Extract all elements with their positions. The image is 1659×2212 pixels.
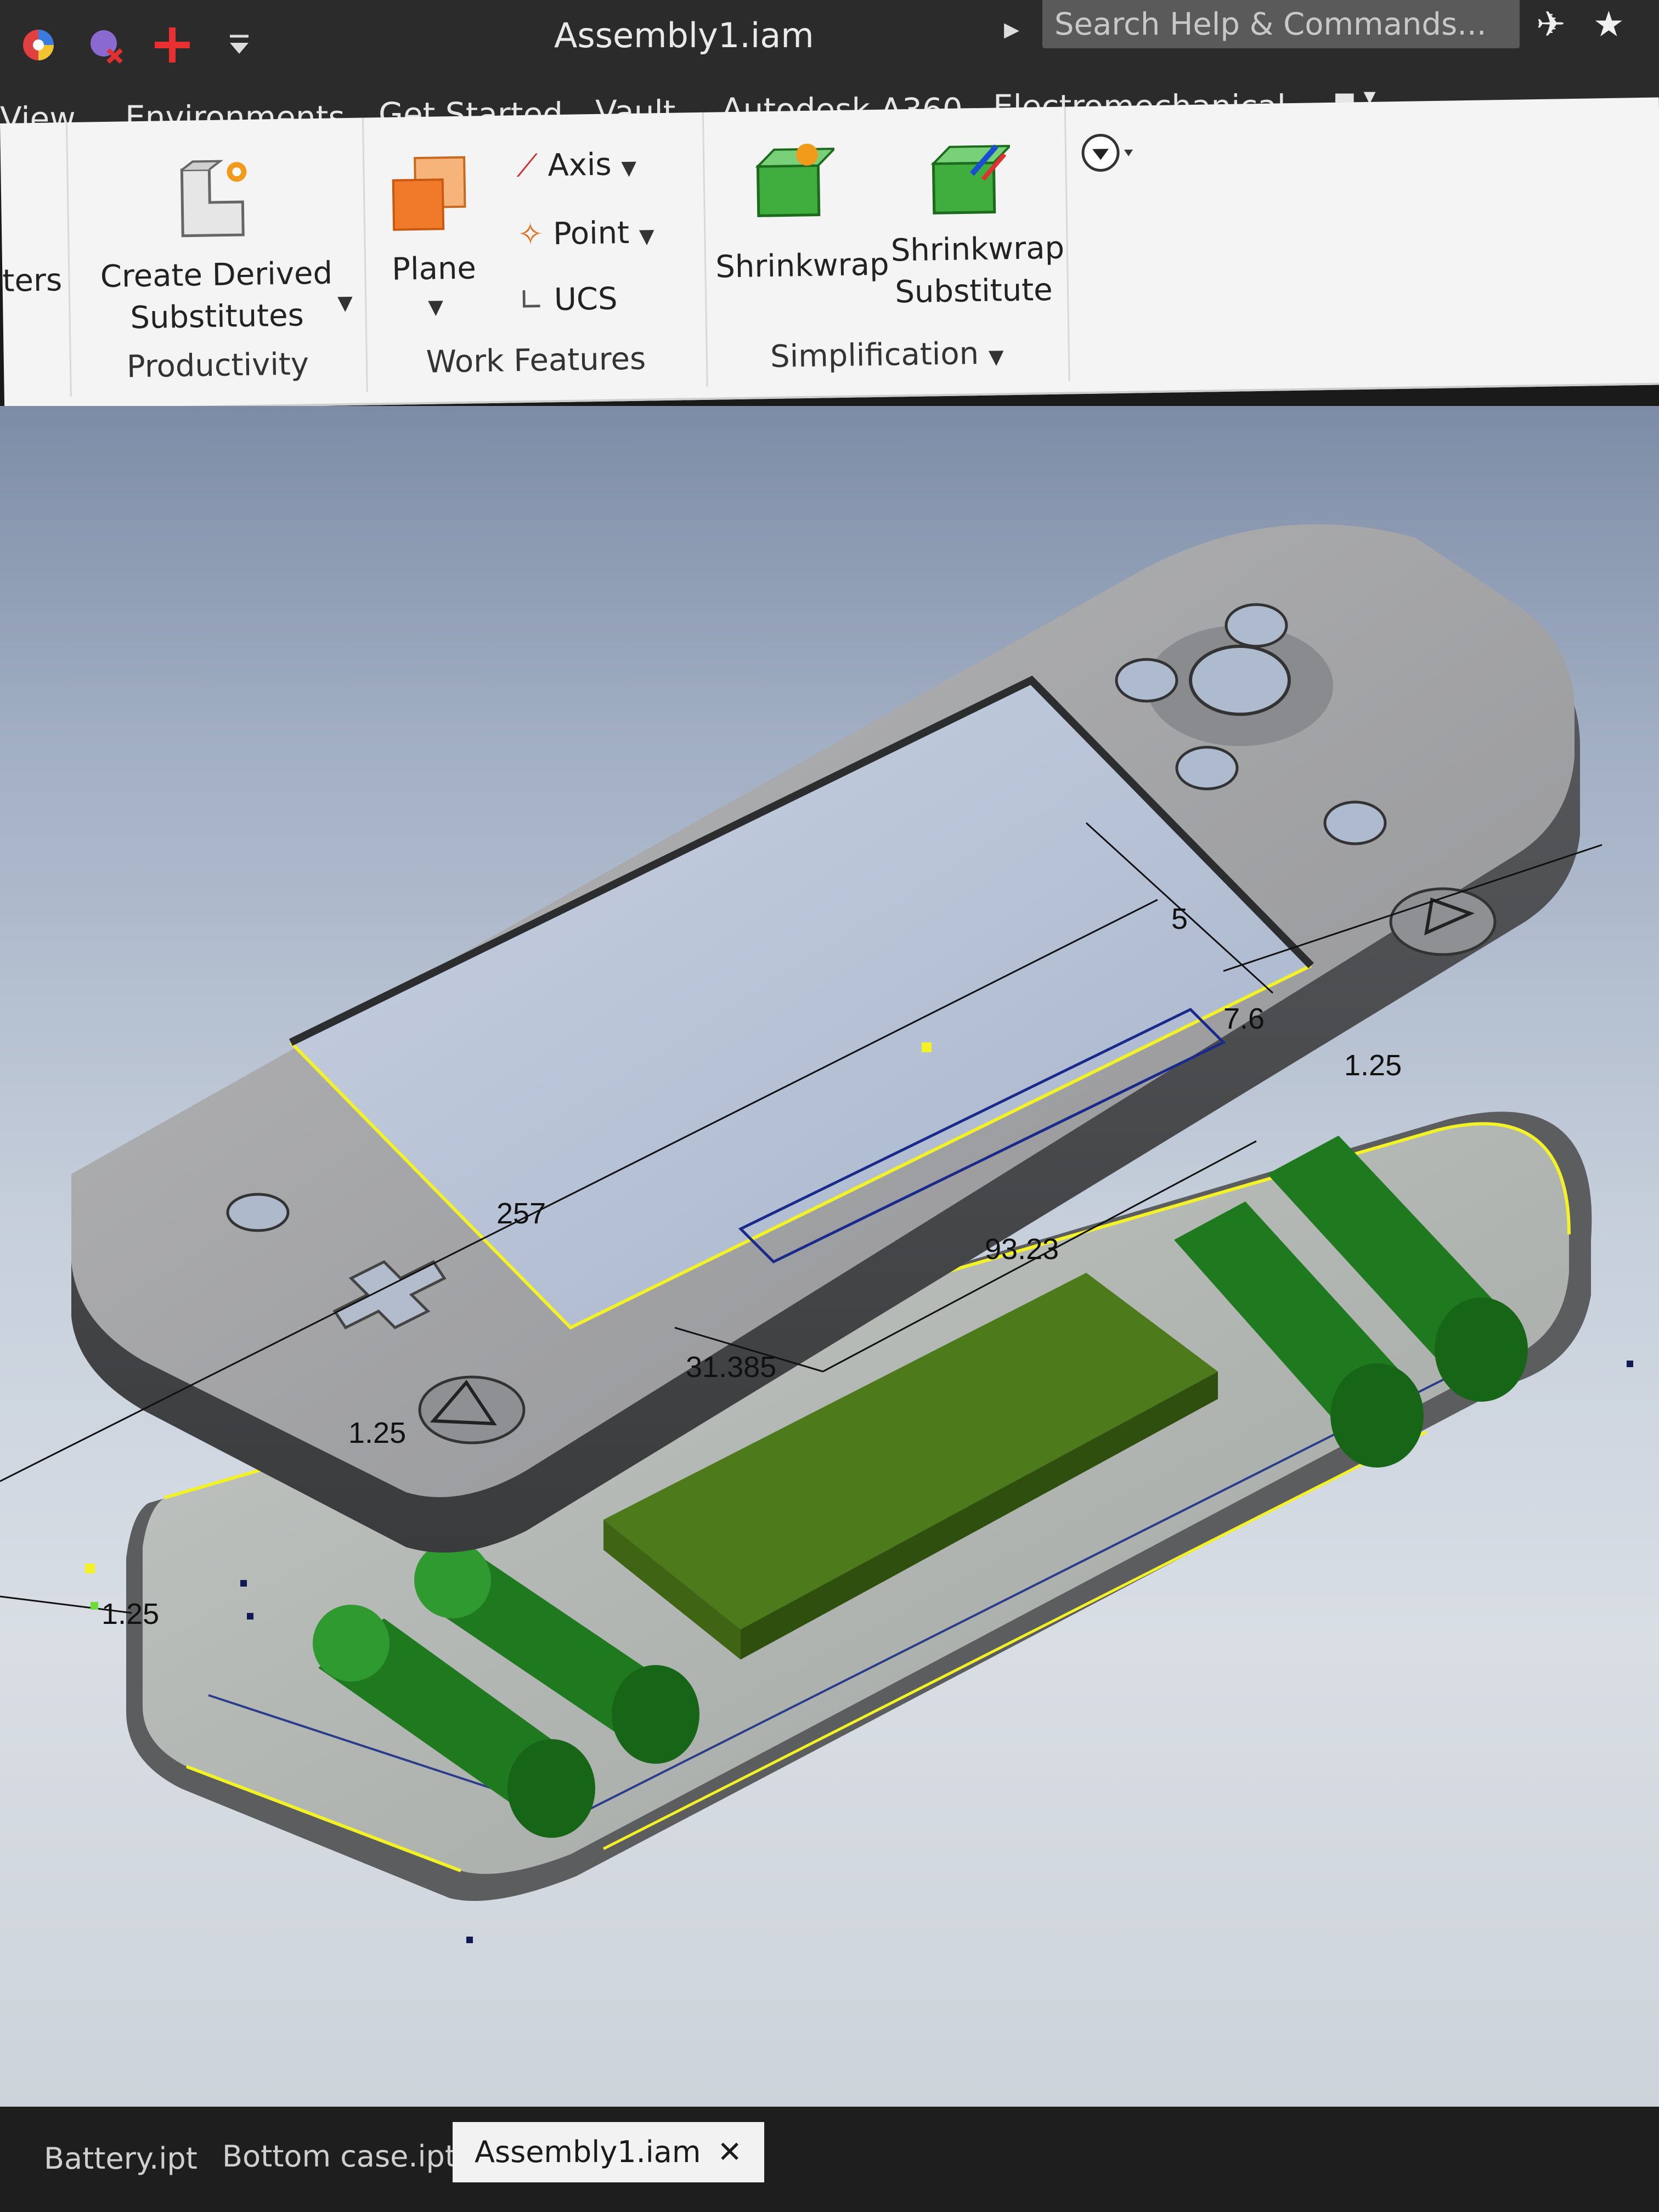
title-bar: Assembly1.iam ▸ ✈ ★ (0, 0, 1659, 88)
document-tab-bar: Battery.ipt Bottom case.ipt Assembly1.ia… (0, 2107, 1659, 2212)
create-derived-label-1: Create Derived (100, 255, 333, 295)
marker-green (91, 1602, 98, 1610)
color-clear-icon[interactable] (83, 23, 127, 67)
close-icon[interactable]: ✕ (718, 2135, 742, 2169)
chevron-down-icon[interactable]: ▼ (337, 283, 353, 324)
search-box[interactable] (1042, 0, 1520, 48)
shrinkwrap-substitute-icon[interactable] (916, 129, 1013, 235)
dimension-257[interactable]: 257 (496, 1197, 546, 1230)
graphics-viewport[interactable]: 257 5 7.6 1.25 93.23 31.385 1.25 1.25 (0, 406, 1659, 2112)
sign-in-icon[interactable]: ✈ (1536, 4, 1566, 45)
quick-access-toolbar (16, 12, 261, 78)
dimension-1-25-bottom[interactable]: 1.25 (101, 1598, 159, 1630)
doc-tab-assembly1[interactable]: Assembly1.iam ✕ (453, 2122, 764, 2182)
panel-productivity: Create Derived Substitutes ▼ Productivit… (65, 117, 368, 397)
shrinkwrap-substitute-button[interactable]: Shrinkwrap Substitute (890, 228, 1064, 314)
point-icon: ✧ (517, 216, 544, 253)
point-button[interactable]: ✧ Point ▼ (517, 212, 655, 259)
window-title: Assembly1.iam (554, 15, 814, 55)
qat-dropdown-icon[interactable] (217, 23, 261, 67)
create-derived-button[interactable]: Create Derived Substitutes (84, 252, 349, 340)
dimension-1-25-left[interactable]: 1.25 (348, 1417, 406, 1449)
panel-title-simplification[interactable]: Simplification ▼ (706, 334, 1068, 375)
shrinkwrap-icon[interactable] (741, 132, 837, 238)
dimension-7-6[interactable]: 7.6 (1223, 1002, 1265, 1035)
marker-yellow (85, 1564, 95, 1573)
panel-cut: ters (0, 122, 72, 398)
dimension-1-25-right[interactable]: 1.25 (1344, 1049, 1402, 1082)
axis-icon: ⟋ (516, 148, 539, 184)
search-input[interactable] (1042, 0, 1520, 48)
center-marker (922, 1042, 932, 1052)
plane-button[interactable]: Plane (392, 247, 477, 290)
plus-icon[interactable] (150, 23, 194, 67)
axis-button[interactable]: ⟋ Axis ▼ (516, 144, 637, 191)
panel-title-work-features: Work Features (426, 341, 646, 380)
marker-navy-1 (240, 1580, 247, 1587)
navigation-icon[interactable] (1075, 127, 1137, 189)
dimension-5[interactable]: 5 (1171, 902, 1188, 935)
marker-navy-2 (247, 1613, 253, 1620)
panel-navigation (1064, 105, 1178, 381)
doc-tab-battery[interactable]: Battery.ipt (22, 2129, 219, 2189)
favorites-icon[interactable]: ★ (1593, 4, 1624, 45)
color-wheel-icon[interactable] (16, 23, 60, 67)
panel-work-features: Plane ▼ ⟋ Axis ▼ ✧ Point ▼ ∟ UCS Work Fe… (362, 112, 708, 392)
dimension-31-385[interactable]: 31.385 (686, 1351, 776, 1384)
speaker-grille-left (418, 1375, 526, 1444)
panel-simplification: Shrinkwrap Shrinkwrap Substitute Simplif… (702, 106, 1070, 387)
ribbon: ters Create Derived Substitutes ▼ Produc… (0, 97, 1659, 411)
marker-navy-4 (1627, 1361, 1633, 1367)
assembly-model: 257 5 7.6 1.25 93.23 31.385 1.25 1.25 (0, 524, 1633, 1943)
panel-title-productivity: Productivity (126, 346, 309, 385)
expand-arrow-icon[interactable]: ▸ (1004, 11, 1019, 47)
plane-dropdown-icon[interactable]: ▼ (428, 286, 444, 328)
ucs-button[interactable]: ∟ UCS (518, 278, 618, 321)
doc-tab-bottom-case[interactable]: Bottom case.ipt (200, 2126, 478, 2187)
dimension-93-23[interactable]: 93.23 (985, 1233, 1059, 1266)
create-derived-label-2: Substitutes (129, 297, 304, 336)
cut-label[interactable]: ters (2, 259, 63, 302)
plane-icon[interactable] (385, 149, 474, 249)
create-derived-icon[interactable] (157, 152, 268, 258)
marker-navy-3 (466, 1937, 473, 1943)
ucs-icon: ∟ (518, 282, 545, 319)
shrinkwrap-button[interactable]: Shrinkwrap (715, 244, 889, 289)
left-button-hole (226, 1193, 290, 1232)
